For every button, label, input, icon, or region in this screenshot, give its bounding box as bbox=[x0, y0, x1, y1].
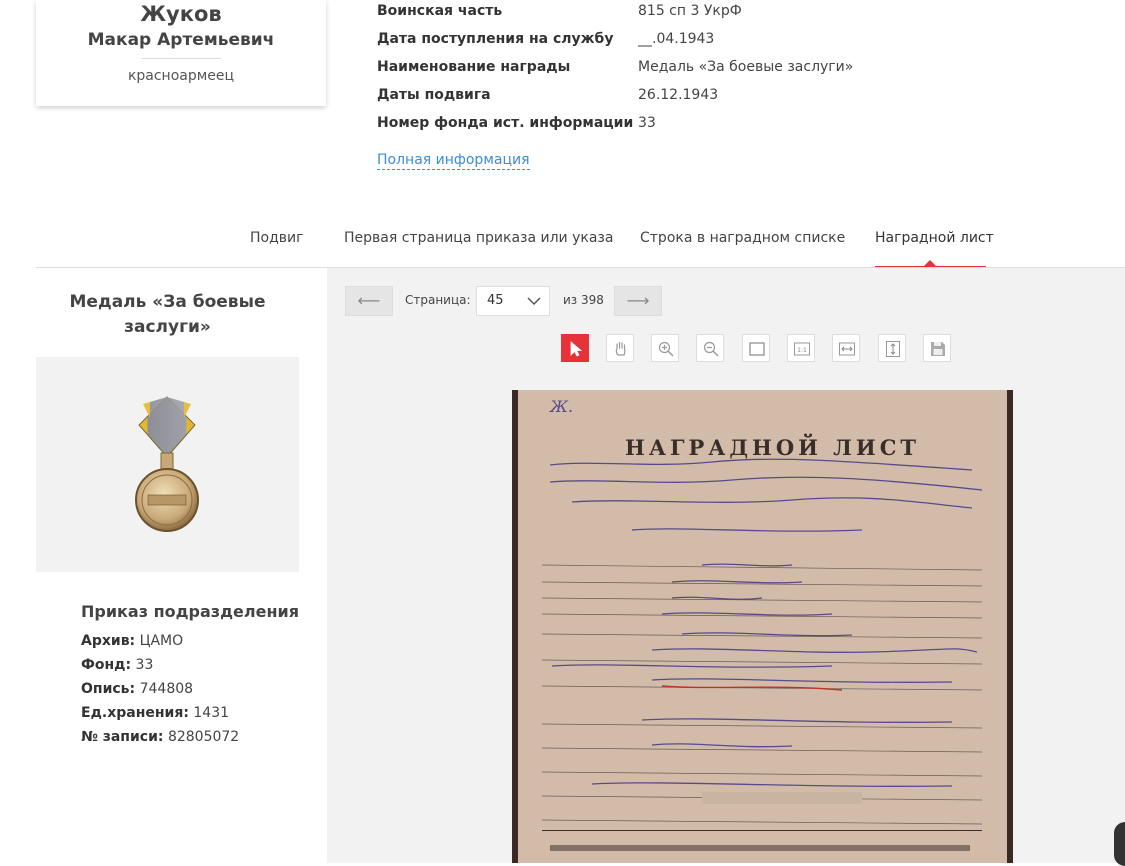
person-card: Жуков Макар Артемьевич красноармеец bbox=[36, 0, 326, 106]
svg-text:1:1: 1:1 bbox=[797, 347, 807, 354]
svg-text:Ж.: Ж. bbox=[549, 397, 573, 416]
document-viewer: ⟵ Страница: 45 из 398 ⟶ 1:1 Ж. НАГРАДНОЙ… bbox=[327, 268, 1125, 863]
order-line: Архив: ЦАМО bbox=[81, 633, 299, 657]
tab-award-sheet[interactable]: Наградной лист bbox=[875, 230, 994, 246]
order-line: Фонд: 33 bbox=[81, 657, 299, 681]
award-sheet-scan[interactable]: Ж. НАГРАДНОЙ ЛИСТ bbox=[512, 390, 1013, 863]
award-sidebar: Медаль «За боевые заслуги» Приказ подраз… bbox=[36, 268, 299, 863]
order-line: Опись: 744808 bbox=[81, 681, 299, 705]
order-title: Приказ подразделения bbox=[81, 602, 299, 621]
info-key: Номер фонда ист. информации bbox=[377, 115, 634, 131]
hand-icon bbox=[615, 341, 626, 356]
fit-page-icon bbox=[749, 342, 765, 356]
order-value: 33 bbox=[135, 657, 154, 673]
page-label: Страница: bbox=[405, 293, 471, 307]
fit-width-button[interactable] bbox=[832, 334, 860, 362]
medal-icon bbox=[135, 396, 199, 532]
info-key: Дата поступления на службу bbox=[377, 31, 614, 47]
tab-bar: Подвиг Первая страница приказа или указа… bbox=[0, 222, 1125, 268]
cursor-icon bbox=[570, 341, 583, 357]
order-value: 82805072 bbox=[167, 729, 240, 745]
pan-tool-button[interactable] bbox=[606, 334, 634, 362]
select-tool-button[interactable] bbox=[561, 334, 589, 362]
page-select-value: 45 bbox=[487, 293, 504, 308]
order-key: Фонд: bbox=[81, 657, 132, 673]
info-value: Медаль «За боевые заслуги» bbox=[638, 59, 854, 75]
prev-page-button[interactable]: ⟵ bbox=[345, 286, 393, 316]
fit-page-button[interactable] bbox=[742, 334, 770, 362]
order-line: № записи: 82805072 bbox=[81, 729, 299, 753]
order-key: Опись: bbox=[81, 681, 136, 697]
save-button[interactable] bbox=[923, 334, 951, 362]
info-key: Воинская часть bbox=[377, 3, 503, 19]
order-line: Ед.хранения: 1431 bbox=[81, 705, 299, 729]
medal-image-box bbox=[36, 357, 299, 572]
zoom-in-icon bbox=[658, 341, 674, 357]
zoom-in-button[interactable] bbox=[651, 334, 679, 362]
order-key: Архив: bbox=[81, 633, 136, 649]
info-value: __.04.1943 bbox=[638, 31, 715, 47]
fit-height-icon bbox=[886, 341, 900, 357]
info-value: 33 bbox=[638, 115, 656, 131]
order-details: Приказ подразделения Архив: ЦАМО Фонд: 3… bbox=[81, 602, 299, 753]
person-first-name: Макар Артемьевич bbox=[87, 30, 275, 50]
order-value: ЦАМО bbox=[139, 633, 184, 649]
chevron-down-icon bbox=[527, 297, 541, 306]
info-value: 26.12.1943 bbox=[638, 87, 719, 103]
info-key: Наименование награды bbox=[377, 59, 571, 75]
tab-feat[interactable]: Подвиг bbox=[250, 230, 303, 246]
info-key: Даты подвига bbox=[377, 87, 491, 103]
actual-size-button[interactable]: 1:1 bbox=[787, 334, 815, 362]
order-key: Ед.хранения: bbox=[81, 705, 189, 721]
zoom-out-button[interactable] bbox=[696, 334, 724, 362]
page-select[interactable]: 45 bbox=[476, 286, 550, 316]
fit-height-button[interactable] bbox=[878, 334, 906, 362]
scan-texture: Ж. bbox=[512, 390, 1013, 863]
info-value: 815 сп 3 УкрФ bbox=[638, 3, 742, 19]
save-icon bbox=[931, 342, 945, 356]
person-rank: красноармеец bbox=[127, 68, 235, 84]
card-divider bbox=[141, 58, 221, 59]
scan-paper: Ж. НАГРАДНОЙ ЛИСТ bbox=[512, 390, 1013, 863]
next-page-button[interactable]: ⟶ bbox=[614, 286, 662, 316]
scrollbar-thumb[interactable] bbox=[1114, 822, 1125, 866]
award-title: Медаль «За боевые заслуги» bbox=[69, 292, 266, 337]
fit-width-icon bbox=[839, 342, 855, 356]
zoom-out-icon bbox=[703, 341, 719, 357]
tab-award-list-row[interactable]: Строка в наградном списке bbox=[640, 230, 845, 246]
page-total: из 398 bbox=[563, 293, 604, 307]
order-value: 744808 bbox=[139, 681, 194, 697]
order-key: № записи: bbox=[81, 729, 164, 745]
full-info-link[interactable]: Полная информация bbox=[377, 152, 530, 170]
doc-heading: НАГРАДНОЙ ЛИСТ bbox=[625, 435, 921, 460]
tab-order-first-page[interactable]: Первая страница приказа или указа bbox=[344, 230, 613, 246]
actual-size-icon: 1:1 bbox=[794, 342, 810, 356]
order-value: 1431 bbox=[193, 705, 230, 721]
person-last-name: Жуков bbox=[140, 2, 222, 26]
